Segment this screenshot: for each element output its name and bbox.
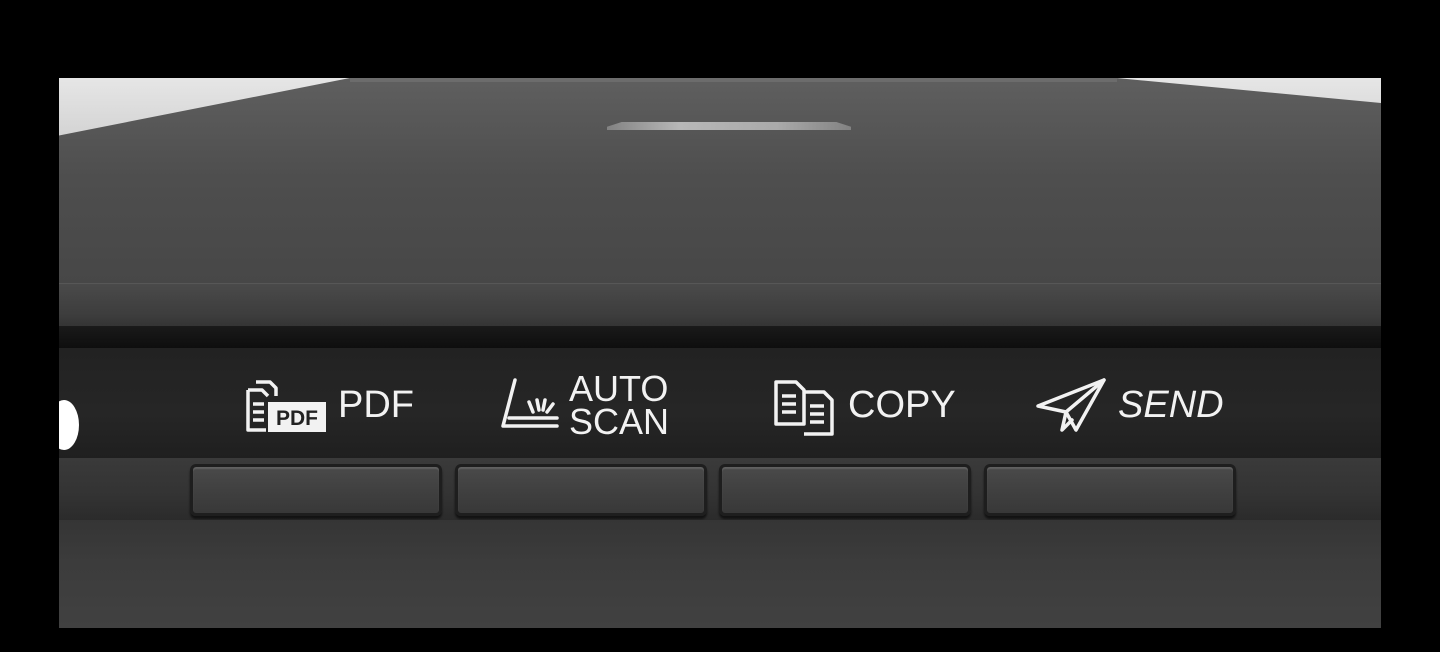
- scan-text: SCAN: [569, 401, 670, 443]
- scanner-base: [59, 520, 1381, 628]
- pdf-label-text: PDF: [338, 384, 414, 426]
- pdf-button[interactable]: [190, 464, 442, 516]
- copy-label: COPY: [772, 374, 956, 436]
- auto-scan-label-text: AUTO SCAN: [569, 370, 670, 443]
- auto-scan-icon: [501, 378, 559, 428]
- pdf-badge-text: PDF: [276, 407, 318, 430]
- scanner-photo: PDF PDF AUTO SCAN COPY SEND: [59, 78, 1381, 628]
- copy-label-text: COPY: [848, 384, 956, 426]
- paper-plane-icon: [1036, 378, 1106, 432]
- pdf-label: PDF PDF: [242, 374, 414, 436]
- send-label-text: SEND: [1118, 384, 1224, 426]
- send-button[interactable]: [984, 464, 1236, 516]
- auto-scan-label: AUTO SCAN: [499, 370, 670, 443]
- send-label: SEND: [1034, 374, 1224, 436]
- lid-edge: [349, 78, 1117, 82]
- copy-documents-icon: [774, 380, 834, 436]
- brand-logo: [607, 122, 851, 130]
- lid-gap: [59, 326, 1381, 348]
- copy-button[interactable]: [719, 464, 971, 516]
- auto-scan-button[interactable]: [455, 464, 707, 516]
- pdf-document-icon: PDF: [246, 380, 326, 432]
- lid-lip: [59, 283, 1381, 328]
